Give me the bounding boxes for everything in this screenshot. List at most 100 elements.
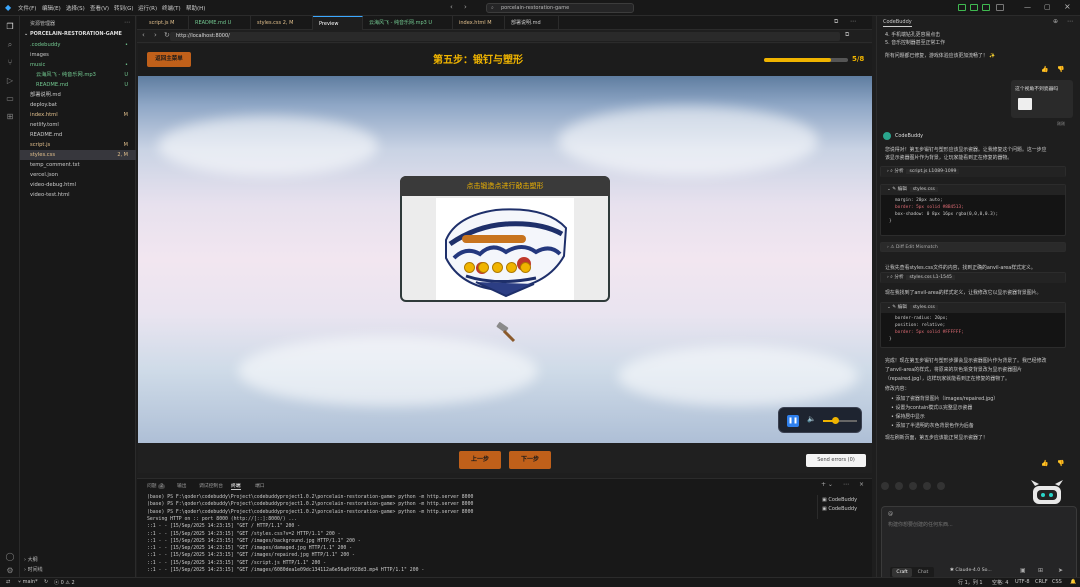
tab-output[interactable]: 输出 xyxy=(177,482,187,489)
add-terminal-icon[interactable]: + ⌄ xyxy=(821,481,833,488)
forge-point[interactable] xyxy=(492,262,503,273)
explorer-item[interactable]: .codebuddy • xyxy=(20,40,136,50)
encoding[interactable]: UTF-8 xyxy=(1015,579,1030,585)
explorer-item[interactable]: styles.css 2, M xyxy=(20,150,136,160)
forge-point[interactable] xyxy=(464,262,475,273)
tab-problems[interactable]: 问题 2 xyxy=(147,482,166,489)
menu-terminal[interactable]: 终端(T) xyxy=(162,4,181,12)
thumbs-down-icon[interactable]: 👎 xyxy=(1057,460,1064,467)
remote-indicator-icon[interactable]: ⇄ xyxy=(6,579,10,585)
command-center[interactable]: ⌕ porcelain-restoration-game xyxy=(486,3,634,13)
assistant-tab[interactable]: CodeBuddy xyxy=(883,19,912,27)
explorer-item[interactable]: netlify.toml xyxy=(20,120,136,130)
image-upload-icon[interactable]: ▣ xyxy=(1020,567,1026,574)
menu-edit[interactable]: 编辑(E) xyxy=(42,4,61,12)
search-icon[interactable]: ⌕ xyxy=(5,40,15,50)
explorer-item[interactable]: index.html M xyxy=(20,110,136,120)
terminal-list-item[interactable]: ▣ CodeBuddy xyxy=(822,497,857,503)
tab-terminal[interactable]: 终端 xyxy=(231,482,241,490)
model-select[interactable]: ✱ Claude-4.0 So... xyxy=(950,568,992,573)
reload-icon[interactable]: ↻ xyxy=(164,31,170,39)
nav-forward-icon[interactable]: › xyxy=(464,3,467,11)
explorer-item[interactable]: README.md xyxy=(20,130,136,140)
minimize-icon[interactable]: — xyxy=(1024,3,1031,11)
mention-icon[interactable]: @ xyxy=(888,511,893,517)
explorer-item[interactable]: deploy.bat xyxy=(20,100,136,110)
indentation[interactable]: 空格: 4 xyxy=(992,579,1008,586)
settings-gear-icon[interactable]: ⚙ xyxy=(5,566,15,576)
explorer-item[interactable]: music • xyxy=(20,60,136,70)
prev-step-button[interactable]: 上一步 xyxy=(459,451,501,469)
cursor-position[interactable]: 行 1，列 1 xyxy=(958,579,983,586)
branch-indicator[interactable]: ⑂ main* xyxy=(18,579,38,585)
sync-icon[interactable]: ↻ xyxy=(44,579,48,585)
source-control-icon[interactable]: ⑂ xyxy=(5,58,15,68)
action-icon[interactable] xyxy=(922,482,931,490)
layout-secondary-icon[interactable] xyxy=(982,4,990,11)
thumbs-up-icon[interactable]: 👍 xyxy=(1041,460,1048,467)
mode-craft[interactable]: Craft xyxy=(892,568,912,577)
forge-point[interactable] xyxy=(506,262,517,273)
layout-sidebar-icon[interactable] xyxy=(958,4,966,11)
forward-icon[interactable]: › xyxy=(154,31,157,39)
action-icon[interactable] xyxy=(894,482,903,490)
volume-knob[interactable] xyxy=(831,417,839,424)
back-to-menu-button[interactable]: 返回主菜单 xyxy=(147,52,191,67)
action-icon[interactable] xyxy=(881,482,889,490)
editor-more-icon[interactable]: ⋯ xyxy=(850,18,856,25)
mode-chat[interactable]: Chat xyxy=(914,568,932,577)
attachment-icon[interactable] xyxy=(1018,98,1032,110)
editor-tab[interactable]: 部署说明.md xyxy=(505,16,559,30)
action-icon[interactable] xyxy=(936,482,945,490)
new-chat-icon[interactable]: ⊕ xyxy=(1053,18,1058,25)
editor-tab[interactable]: 云海风飞 - 纯音乐网.mp3 U xyxy=(363,16,453,30)
menu-file[interactable]: 文件(F) xyxy=(18,4,36,12)
tool-block-edit[interactable]: ⌄ ✎ 编辑 styles.css margin: 20px auto; bor… xyxy=(880,184,1066,236)
layout-customize-icon[interactable] xyxy=(996,4,1004,11)
extensions-icon[interactable]: ⊞ xyxy=(5,112,15,122)
tool-block-edit[interactable]: ⌄ ✎ 编辑 styles.css border-radius: 20px; p… xyxy=(880,302,1066,348)
explorer-icon[interactable]: ❐ xyxy=(5,22,15,32)
menu-help[interactable]: 帮助(H) xyxy=(186,4,205,12)
notifications-icon[interactable]: 🔔 xyxy=(1070,579,1076,585)
outline-section[interactable]: › 大纲 xyxy=(24,556,38,563)
url-input[interactable] xyxy=(170,32,840,41)
menu-goto[interactable]: 转到(G) xyxy=(114,4,134,12)
more-actions-icon[interactable]: ⋯ xyxy=(124,19,130,26)
explorer-item[interactable]: images xyxy=(20,50,136,60)
context-icon[interactable]: ⊞ xyxy=(1038,567,1043,574)
pause-icon[interactable]: ❚❚ xyxy=(787,415,799,427)
tab-debug-console[interactable]: 调试控制台 xyxy=(199,482,223,489)
maximize-icon[interactable]: ▢ xyxy=(1044,3,1051,11)
send-icon[interactable]: ➤ xyxy=(1058,567,1063,574)
explorer-item[interactable]: temp_comment.txt xyxy=(20,160,136,170)
volume-slider[interactable] xyxy=(823,417,857,424)
editor-tab[interactable]: script.js M xyxy=(143,16,189,30)
language-mode[interactable]: CSS xyxy=(1052,579,1062,585)
problems-indicator[interactable]: ⓧ 0 ⚠ 2 xyxy=(54,579,75,586)
send-errors-button[interactable]: Send errors (0) xyxy=(806,454,866,467)
close-panel-icon[interactable]: × xyxy=(859,481,864,488)
tool-block-analyze[interactable]: › ⌕ 分析 script.js L1089-1099 xyxy=(880,166,1066,177)
terminal-more-icon[interactable]: ⋯ xyxy=(843,481,849,488)
back-icon[interactable]: ‹ xyxy=(142,31,145,39)
mismatch-notice[interactable]: › ⚠ Diff Edit Mismatch xyxy=(880,242,1066,252)
explorer-item[interactable]: video-test.html xyxy=(20,190,136,200)
menu-run[interactable]: 运行(R) xyxy=(138,4,157,12)
forge-point[interactable] xyxy=(520,262,531,273)
tool-block-analyze[interactable]: › ⌕ 分析 styles.css L1-1545 xyxy=(880,272,1066,283)
line-ending[interactable]: CRLF xyxy=(1035,579,1048,585)
editor-tab[interactable]: README.md U xyxy=(189,16,251,30)
run-debug-icon[interactable]: ▷ xyxy=(5,76,15,86)
hammer-icon[interactable] xyxy=(494,320,518,344)
explorer-item[interactable]: 部署说明.md xyxy=(20,90,136,100)
nav-back-icon[interactable]: ‹ xyxy=(450,3,453,11)
account-icon[interactable]: ◯ xyxy=(5,552,15,562)
project-root[interactable]: ⌄ PORCELAIN-RESTORATION-GAME xyxy=(24,31,122,37)
timeline-section[interactable]: › 时间线 xyxy=(24,566,43,573)
editor-tab[interactable]: index.html M xyxy=(453,16,505,30)
chat-input[interactable] xyxy=(888,521,1068,541)
open-external-icon[interactable]: ⧉ xyxy=(845,31,849,39)
remote-icon[interactable]: ▭ xyxy=(5,94,15,104)
thumbs-down-icon[interactable]: 👎 xyxy=(1057,66,1064,73)
